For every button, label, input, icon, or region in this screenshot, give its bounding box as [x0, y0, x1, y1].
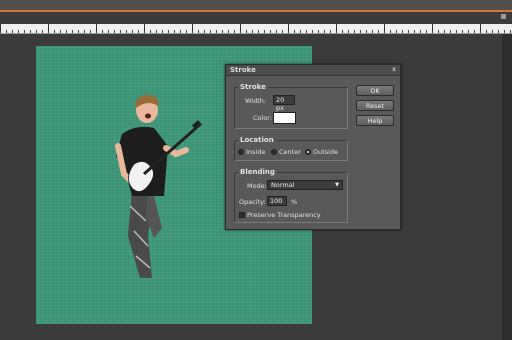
- radio-outside[interactable]: [305, 149, 311, 155]
- mode-value: Normal: [271, 181, 295, 189]
- stroke-group: Stroke Width: 20 px Color:: [234, 83, 348, 129]
- preserve-transparency-label: Preserve Transparency: [247, 211, 321, 219]
- stroke-dialog: Stroke x Stroke Width: 20 px Color: Loca…: [225, 64, 401, 230]
- dialog-title-text: Stroke: [230, 66, 256, 74]
- app-menubar: [0, 0, 512, 12]
- width-field[interactable]: 20 px: [273, 95, 295, 112]
- dialog-title: Stroke x: [226, 65, 400, 76]
- dialog-close-icon[interactable]: x: [392, 65, 396, 75]
- preserve-transparency-checkbox[interactable]: [239, 212, 245, 218]
- ruler-ticks: [0, 24, 512, 33]
- ok-button[interactable]: OK: [356, 85, 394, 96]
- opacity-unit: %: [291, 198, 298, 206]
- color-swatch[interactable]: [273, 112, 296, 124]
- location-group: Location Inside Center Outside: [234, 136, 348, 161]
- inside-label: Inside: [246, 148, 266, 156]
- opacity-field[interactable]: 100: [267, 196, 287, 206]
- width-label: Width:: [245, 97, 267, 105]
- chevron-down-icon: ▼: [335, 182, 339, 188]
- location-group-label: Location: [238, 136, 276, 144]
- mode-label: Mode:: [247, 182, 267, 190]
- opacity-label: Opacity:: [239, 198, 266, 206]
- color-label: Color:: [253, 114, 273, 122]
- document-close-icon[interactable]: [501, 14, 506, 19]
- mouth: [145, 113, 151, 119]
- mode-select[interactable]: Normal ▼: [267, 180, 343, 190]
- help-button[interactable]: Help: [356, 115, 394, 126]
- blending-group-label: Blending: [238, 168, 277, 176]
- reset-button[interactable]: Reset: [356, 100, 394, 111]
- radio-inside[interactable]: [238, 149, 244, 155]
- stroke-group-label: Stroke: [238, 83, 268, 91]
- blending-group: Blending Mode: Normal ▼ Opacity: 100 % P…: [234, 168, 348, 223]
- outside-label: Outside: [313, 148, 339, 156]
- center-label: Center: [279, 148, 301, 156]
- radio-center[interactable]: [271, 149, 277, 155]
- panel-strip: [502, 34, 512, 340]
